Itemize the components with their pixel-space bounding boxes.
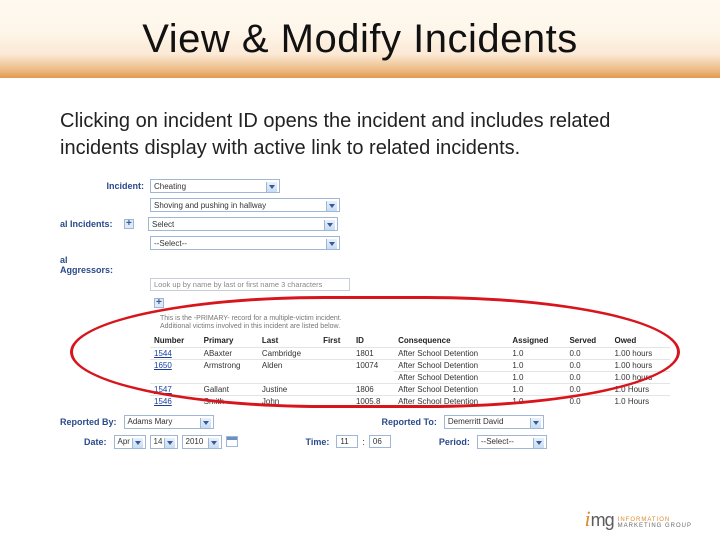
reported-by-label: Reported By: <box>60 417 120 427</box>
col-assigned: Assigned <box>508 334 565 348</box>
incident-select[interactable]: Cheating <box>150 179 280 193</box>
date-label: Date: <box>84 437 110 447</box>
table-row: 1544ABaxterCambridge1801After School Det… <box>150 347 670 359</box>
logo: img INFORMATION MARKETING GROUP <box>585 508 692 530</box>
slide-description: Clicking on incident ID opens the incide… <box>0 78 720 172</box>
calendar-icon[interactable] <box>226 436 238 447</box>
period-label: Period: <box>439 437 473 447</box>
period-select[interactable]: --Select-- <box>477 435 547 449</box>
incident-number-link[interactable]: 1544 <box>150 347 200 359</box>
time-min-input[interactable]: 06 <box>369 435 391 448</box>
col-served: Served <box>565 334 610 348</box>
reported-to-select[interactable]: Demerritt David <box>444 415 544 429</box>
incident-number-link[interactable]: 1546 <box>150 395 200 407</box>
date-day-select[interactable]: 14 <box>150 435 178 449</box>
table-row: 1650ArmstrongAlden10074After School Dete… <box>150 359 670 371</box>
additional-select-1[interactable]: Select <box>148 217 338 231</box>
primary-note: This is the -PRIMARY- record for a multi… <box>160 315 680 332</box>
date-month-select[interactable]: Apr <box>114 435 146 449</box>
incident-label: Incident: <box>60 181 150 191</box>
plus-icon[interactable] <box>124 219 134 229</box>
incident-number-link[interactable]: 1650 <box>150 359 200 383</box>
table-row: 1546SmithJohn1005.8After School Detentio… <box>150 395 670 407</box>
col-owed: Owed <box>610 334 670 348</box>
table-header-row: Number Primary Last First ID Consequence… <box>150 334 670 348</box>
slide-title: View & Modify Incidents <box>142 17 577 62</box>
additional-incidents-label: al Incidents: <box>60 219 120 229</box>
time-hour-input[interactable]: 11 <box>336 435 358 448</box>
lookup-input[interactable]: Look up by name by last or first name 3 … <box>150 278 350 291</box>
incident-number-link[interactable]: 1547 <box>150 383 200 395</box>
col-first: First <box>319 334 352 348</box>
date-year-select[interactable]: 2010 <box>182 435 222 449</box>
logo-text: INFORMATION MARKETING GROUP <box>618 517 692 530</box>
incident-note-select[interactable]: Shoving and pushing in hallway <box>150 198 340 212</box>
title-band: View & Modify Incidents <box>0 0 720 78</box>
table-row: 1547GallantJustine1806After School Deten… <box>150 383 670 395</box>
related-incidents-table: Number Primary Last First ID Consequence… <box>150 334 670 407</box>
add-aggressor-icon[interactable] <box>154 298 164 308</box>
reported-by-select[interactable]: Adams Mary <box>124 415 214 429</box>
col-primary: Primary <box>200 334 258 348</box>
col-number: Number <box>150 334 200 348</box>
time-label: Time: <box>306 437 333 447</box>
col-consequence: Consequence <box>394 334 508 348</box>
reported-to-label: Reported To: <box>382 417 440 427</box>
col-last: Last <box>258 334 319 348</box>
aggressors-label: al Aggressors: <box>60 255 120 275</box>
app-screenshot: Incident: Cheating Shoving and pushing i… <box>60 178 680 438</box>
col-id: ID <box>352 334 394 348</box>
additional-select-2[interactable]: --Select-- <box>150 236 340 250</box>
logo-mark: img <box>585 508 614 530</box>
